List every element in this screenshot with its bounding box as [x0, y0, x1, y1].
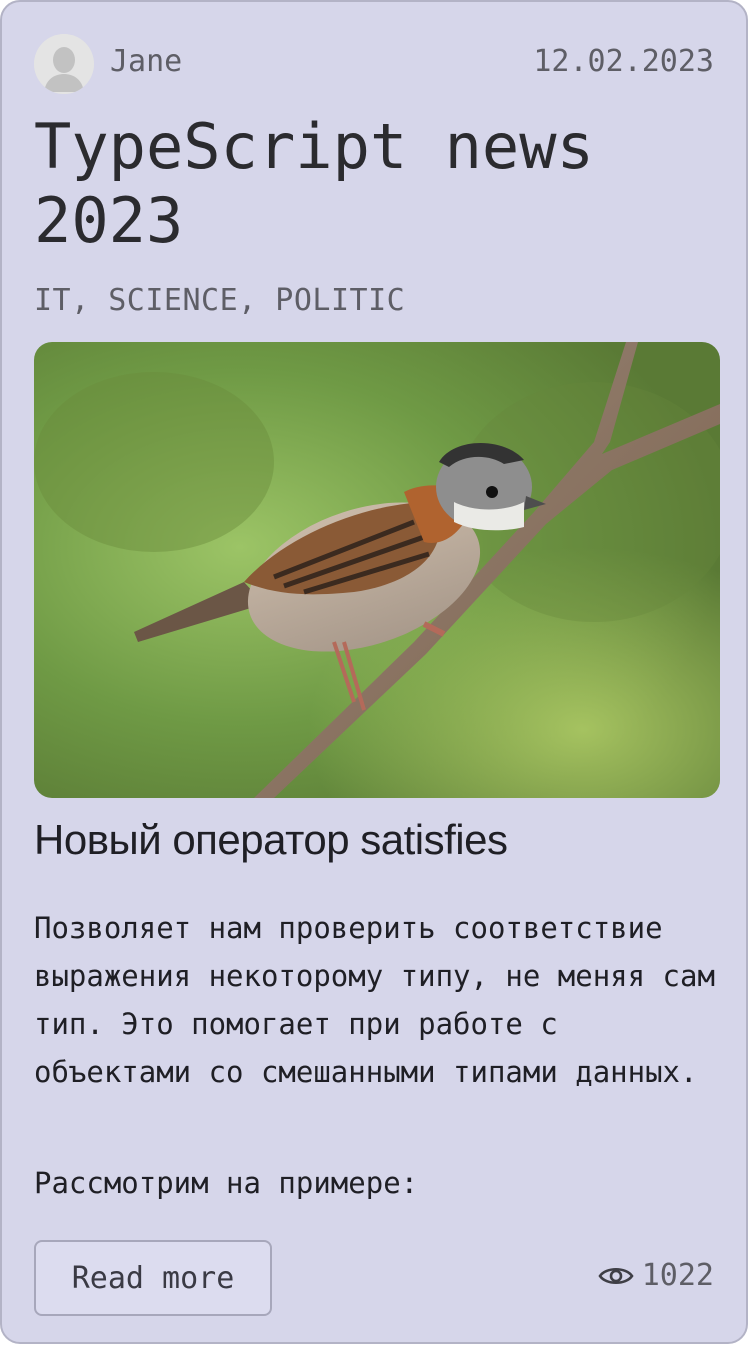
post-image	[34, 342, 720, 798]
views-count: 1022	[641, 1258, 714, 1293]
post-body-paragraph: Позволяет нам проверить соответствие выр…	[34, 911, 715, 1089]
eye-icon	[598, 1267, 634, 1284]
author-name[interactable]: Jane	[110, 44, 182, 79]
post-body-paragraph-2: Рассмотрим на примере:	[34, 1166, 419, 1200]
post-card: Jane 12.02.2023 TypeScript news 2023 IT,…	[0, 0, 748, 1344]
avatar[interactable]	[34, 34, 94, 94]
read-more-button[interactable]: Read more	[34, 1240, 272, 1316]
views-counter: 1022	[598, 1258, 714, 1293]
user-silhouette-icon	[34, 34, 94, 94]
post-subtitle: Новый оператор satisfies	[34, 816, 508, 863]
post-date: 12.02.2023	[533, 44, 714, 79]
post-tags: IT, SCIENCE, POLITIC	[34, 283, 406, 318]
bird-photo-icon	[34, 342, 720, 798]
post-title: TypeScript news 2023	[34, 110, 594, 257]
